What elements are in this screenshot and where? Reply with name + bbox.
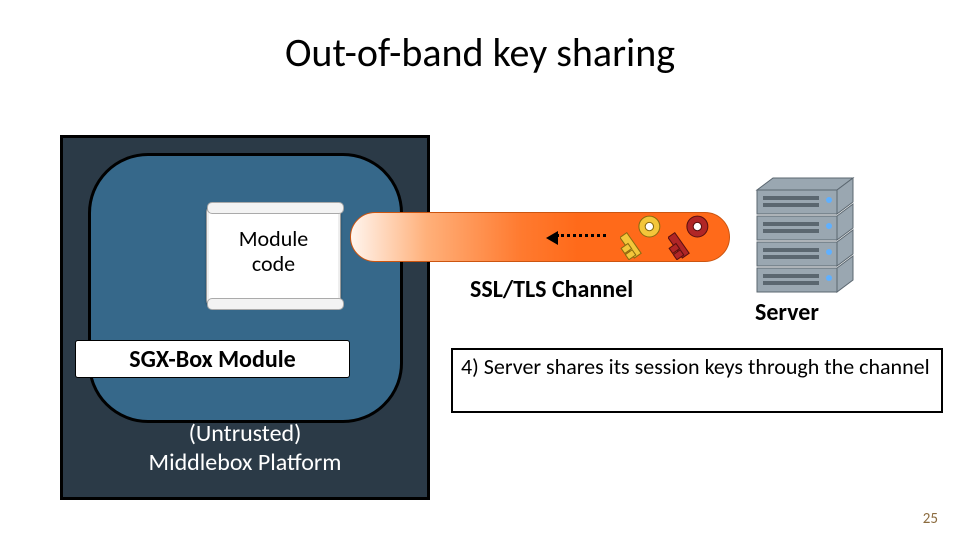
module-name-label: SGX-Box Module: [75, 340, 350, 378]
server-icon: [745, 170, 865, 300]
server-label: Server: [755, 298, 819, 327]
arrow-left-icon: [556, 234, 606, 237]
step-caption: 4) Server shares its session keys throug…: [451, 348, 943, 413]
sgx-box-module: Module code: [88, 153, 403, 423]
slide: Out-of-band key sharing Module code SGX-…: [0, 0, 960, 540]
key-red-icon: [668, 214, 710, 260]
slide-title: Out-of-band key sharing: [0, 28, 960, 77]
platform-label: (Untrusted) Middlebox Platform: [60, 420, 430, 478]
channel-label: SSL/TLS Channel: [470, 275, 633, 304]
page-number: 25: [923, 510, 938, 528]
module-code-label: Module code: [206, 226, 341, 277]
key-yellow-icon: [620, 214, 662, 260]
